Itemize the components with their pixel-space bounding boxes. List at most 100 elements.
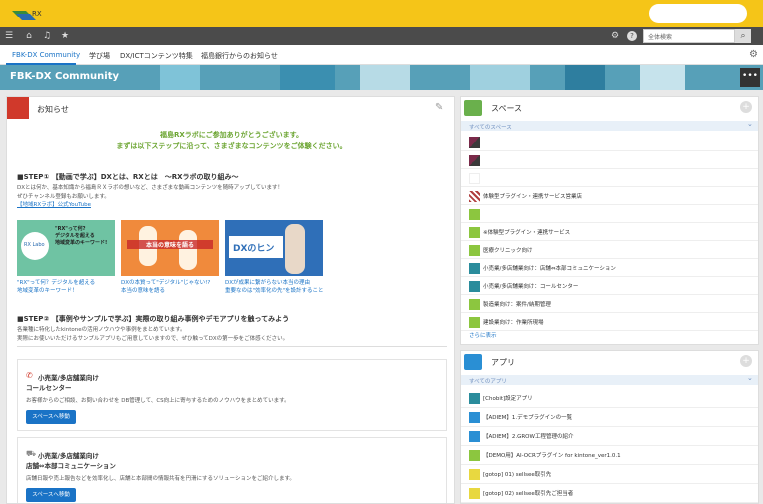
space-list-item[interactable] — [461, 205, 758, 223]
app-item-label: [gotop] 02) sellsee取引先ご担当者 — [483, 491, 574, 497]
case-title: 店舗⇔本部コミュニケーション — [26, 462, 116, 470]
apps-title: アプリ — [491, 358, 515, 367]
space-item-icon — [469, 281, 480, 292]
space-item-icon — [469, 317, 480, 328]
space-list-item[interactable] — [461, 151, 758, 169]
app-item-label: 【ADIEM】1.デモプラグインの一覧 — [483, 415, 573, 421]
case-industry: 小売業/多店舗業向け — [38, 374, 99, 382]
video-thumbnail-2[interactable]: 本当の意味を語る — [121, 220, 219, 276]
bell-icon[interactable]: ♫ — [42, 31, 52, 41]
step1-heading: ■STEP① 【動画で学ぶ】DXとは、RXとは ～RXラボの取り組み～ — [17, 173, 239, 181]
notice-title: お知らせ — [37, 105, 69, 114]
space-list-item[interactable]: 医療クリニック向け — [461, 241, 758, 259]
space-list-item[interactable] — [461, 133, 758, 151]
step1-text-1: DXとは何か、基本知識から福島ＲＸラボの想いなど、さまざまな動画コンテンツを随時… — [17, 185, 283, 191]
video-thumbnail-1[interactable]: RX Labo "RX"って何? デジタルを超える 地域変革のキーワード! — [17, 220, 115, 276]
notice-icon — [7, 97, 29, 119]
tab-dx-ict-contents[interactable]: DX/ICTコンテンツ特集 — [120, 51, 193, 61]
notice-panel: お知らせ ✎ 福島RXラボにご参加ありがとうございます。 まずは以下ステップに沿… — [6, 96, 455, 504]
spaces-title: スペース — [491, 104, 523, 113]
space-item-icon — [469, 263, 480, 274]
logo-text: RX — [32, 10, 42, 18]
video-thumbnail-3[interactable]: DXのヒン — [225, 220, 323, 276]
thumbnail-2-caption[interactable]: DXの本質って"デジタル"じゃない!? 本当の意味を語る — [121, 279, 210, 295]
global-search-input[interactable]: 全体検索 — [643, 29, 735, 43]
spaces-filter[interactable]: すべてのスペース — [461, 121, 758, 131]
app-item-icon — [469, 431, 480, 442]
app-list-item[interactable]: 【ADIEM】2.GROW工程管理の紹介 — [461, 427, 758, 446]
tab-settings-gear-icon[interactable]: ⚙ — [749, 49, 758, 60]
space-item-label: 小売業/多店舗業向け：店舗⇔本部コミュニケーション — [483, 266, 616, 272]
thumbnail-3-overlay: DXのヒン — [233, 244, 275, 254]
app-item-icon — [469, 469, 480, 480]
top-header: RX — [0, 0, 763, 27]
space-list-item[interactable]: 小売業/多店舗業向け：コールセンター — [461, 277, 758, 295]
space-item-icon — [469, 155, 480, 166]
more-options-button[interactable]: ••• — [740, 68, 760, 87]
youtube-link[interactable]: 【地域RXラボ】公式YouTube — [17, 200, 91, 208]
space-item-icon — [469, 173, 480, 184]
home-icon[interactable]: ⌂ — [24, 31, 34, 41]
space-item-label: 医療クリニック向け — [483, 248, 533, 254]
banner-title: FBK-DX Community — [10, 71, 119, 82]
step2-text-2: 実際にお使いいただけるサンプルアプリもご用意していますので、ぜひ触ってDXの第一… — [17, 336, 289, 342]
thumbnail-1-caption[interactable]: "RX"って何？デジタルを超える 地域変革のキーワード！ — [17, 279, 95, 295]
rx-logo[interactable]: RX — [12, 8, 46, 20]
app-item-icon — [469, 488, 480, 499]
phone-icon: ✆ — [26, 371, 33, 380]
community-banner: FBK-DX Community ••• — [0, 65, 763, 90]
app-item-icon — [469, 450, 480, 461]
app-list-item[interactable]: 【DEMO用】AI-OCRプラグイン for kintone_ver1.0.1 — [461, 446, 758, 465]
space-list-item[interactable]: 小売業/多店舗業向け：店舗⇔本部コミュニケーション — [461, 259, 758, 277]
case-description: お客様からのご相談、お問い合わせを DB管理して、CS向上に寄与するためのノウハ… — [26, 398, 290, 404]
edit-icon[interactable]: ✎ — [435, 102, 443, 113]
tab-fukushima-bank-news[interactable]: 福島銀行からのお知らせ — [201, 51, 278, 61]
tab-bar: FBK-DX Community 学び場 DX/ICTコンテンツ特集 福島銀行か… — [0, 45, 763, 65]
show-more-link[interactable]: さらに表示 — [469, 331, 497, 339]
space-item-icon — [469, 137, 480, 148]
go-to-space-button[interactable]: スペースへ移動 — [26, 488, 76, 502]
go-to-space-button[interactable]: スペースへ移動 — [26, 410, 76, 424]
add-app-button[interactable]: + — [740, 355, 752, 367]
cart-icon: ⛟ — [26, 449, 37, 458]
space-list-item[interactable] — [461, 169, 758, 187]
top-search-box[interactable] — [649, 4, 747, 23]
space-item-icon — [469, 245, 480, 256]
space-item-label: ※体験型プラグイン・連携サービス — [483, 230, 571, 236]
chevron-down-icon[interactable]: ⌄ — [747, 374, 753, 382]
add-space-button[interactable]: + — [740, 101, 752, 113]
app-list-item[interactable]: [gotop] 01) sellsee取引先 — [461, 465, 758, 484]
app-item-icon — [469, 393, 480, 404]
app-list-item[interactable]: 【ADIEM】1.デモプラグインの一覧 — [461, 408, 758, 427]
app-list-item[interactable]: [Chobit]設定アプリ — [461, 389, 758, 408]
space-item-label: 製造業向け：案件/納期管理 — [483, 302, 551, 308]
space-list-item[interactable]: 体験型プラグイン・連携サービス営業店 — [461, 187, 758, 205]
apps-icon — [464, 354, 482, 370]
star-icon[interactable]: ★ — [60, 31, 70, 41]
apps-filter[interactable]: すべてのアプリ — [461, 375, 758, 385]
welcome-line-2: まずは以下ステップに沿って、さまざまなコンテンツをご体験ください。 — [116, 142, 347, 150]
app-list-item[interactable]: [gotop] 02) sellsee取引先ご担当者 — [461, 484, 758, 503]
thumbnail-3-caption[interactable]: DXが成果に繋がらない本当の理由 重要なのは"効率化の先"を設計すること — [225, 279, 324, 295]
space-item-label: 体験型プラグイン・連携サービス営業店 — [483, 194, 583, 200]
gear-icon[interactable]: ⚙ — [610, 31, 620, 41]
app-item-label: 【ADIEM】2.GROW工程管理の紹介 — [483, 434, 574, 440]
chevron-down-icon[interactable]: ⌄ — [747, 120, 753, 128]
case-card-store-communication: ⛟ 小売業/多店舗業向け 店舗⇔本部コミュニケーション 店舗日報や売上報告などを… — [17, 437, 447, 503]
help-icon[interactable]: ? — [627, 31, 637, 41]
spaces-icon — [464, 100, 482, 116]
thumbnail-2-overlay: 本当の意味を語る — [127, 240, 213, 249]
space-item-label: 小売業/多店舗業向け：コールセンター — [483, 284, 579, 290]
space-list-item[interactable]: 建設業向け：作業所現場 — [461, 313, 758, 331]
space-list-item[interactable]: ※体験型プラグイン・連携サービス — [461, 223, 758, 241]
space-list-item[interactable]: 製造業向け：案件/納期管理 — [461, 295, 758, 313]
step2-heading: ■STEP② 【事例やサンプルで学ぶ】実際の取り組み事例やデモアプリを触ってみよ… — [17, 315, 290, 323]
tab-fbk-dx-community[interactable]: FBK-DX Community — [12, 51, 80, 59]
case-description: 店舗日報や売上報告などを効率化し、店舗と本部間の情報共有を円滑にするソリューショ… — [26, 476, 295, 482]
tab-manabiba[interactable]: 学び場 — [89, 51, 110, 61]
apps-panel: アプリ + すべてのアプリ ⌄ [Chobit]設定アプリ【ADIEM】1.デモ… — [460, 350, 759, 504]
menu-icon[interactable]: ☰ — [4, 31, 14, 41]
app-item-label: [gotop] 01) sellsee取引先 — [483, 472, 552, 478]
case-industry: 小売業/多店舗業向け — [38, 452, 99, 460]
search-icon[interactable]: ⌕ — [735, 29, 751, 43]
